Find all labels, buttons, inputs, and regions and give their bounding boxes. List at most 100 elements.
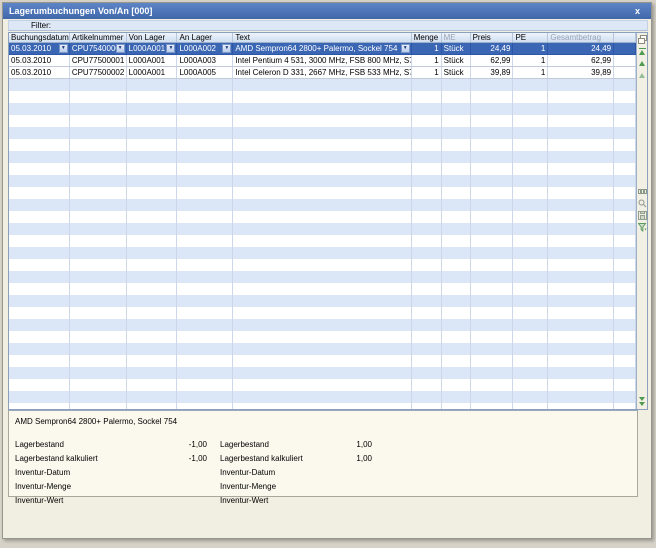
empty-row[interactable]	[9, 379, 636, 391]
empty-cell	[127, 319, 178, 331]
cell-gesamtbetrag[interactable]: 24,49	[548, 43, 614, 54]
cell-preis[interactable]: 24,49	[471, 43, 514, 54]
cell-text: 39,89	[490, 68, 510, 77]
dropdown-button[interactable]: ▼	[401, 44, 410, 53]
empty-cell	[548, 211, 614, 223]
empty-row[interactable]	[9, 187, 636, 199]
empty-row[interactable]	[9, 139, 636, 151]
column-header-artikelnummer[interactable]: Artikelnummer	[70, 33, 127, 42]
table-row[interactable]: 05.03.2010CPU77500002L000A001L000A005Int…	[9, 67, 636, 79]
column-header-an-lager[interactable]: An Lager	[177, 33, 233, 42]
empty-row[interactable]	[9, 199, 636, 211]
column-chooser-icon[interactable]	[637, 33, 647, 45]
cell-pe[interactable]: 1	[513, 55, 548, 66]
column-header-buchungsdatum[interactable]: Buchungsdatum	[9, 33, 70, 42]
cell-filler[interactable]	[614, 43, 636, 54]
empty-row[interactable]	[9, 235, 636, 247]
column-header-gesamtbetrag[interactable]: Gesamtbetrag	[548, 33, 614, 42]
cell-pe[interactable]: 1	[513, 43, 548, 54]
filter-bar[interactable]: Filter:	[8, 20, 648, 31]
empty-row[interactable]	[9, 175, 636, 187]
empty-row[interactable]	[9, 79, 636, 91]
empty-row[interactable]	[9, 271, 636, 283]
scroll-up-alt-icon[interactable]	[637, 69, 647, 81]
dropdown-button[interactable]: ▼	[166, 44, 175, 53]
empty-row[interactable]	[9, 103, 636, 115]
cell-buchungsdatum[interactable]: 05.03.2010▼	[9, 43, 70, 54]
scroll-last-icon[interactable]	[637, 395, 647, 407]
empty-row[interactable]	[9, 211, 636, 223]
cell-me[interactable]: Stück	[442, 43, 471, 54]
cell-menge[interactable]: 1	[412, 67, 442, 78]
empty-row[interactable]	[9, 367, 636, 379]
table-row-selected[interactable]: 05.03.2010▼CPU75400003▼L000A001▼L000A002…	[9, 43, 636, 55]
empty-row[interactable]	[9, 223, 636, 235]
cell-filler[interactable]	[614, 55, 636, 66]
empty-row[interactable]	[9, 343, 636, 355]
cell-me[interactable]: Stück	[442, 55, 471, 66]
cell-text[interactable]: AMD Sempron64 2800+ Palermo, Sockel 754▼	[233, 43, 411, 54]
cell-me[interactable]: Stück	[442, 67, 471, 78]
table-row[interactable]: 05.03.2010CPU77500001L000A001L000A003Int…	[9, 55, 636, 67]
cell-pe[interactable]: 1	[513, 67, 548, 78]
save-icon[interactable]	[637, 209, 647, 221]
empty-cell	[614, 115, 636, 127]
column-header-pe[interactable]: PE	[513, 33, 548, 42]
cell-menge[interactable]: 1	[412, 55, 442, 66]
grid-header: BuchungsdatumArtikelnummerVon LagerAn La…	[9, 33, 636, 43]
title-bar[interactable]: Lagerumbuchungen Von/An [000] x	[3, 3, 651, 19]
empty-row[interactable]	[9, 331, 636, 343]
close-button[interactable]: x	[630, 6, 645, 16]
empty-row[interactable]	[9, 151, 636, 163]
cell-text[interactable]: Intel Celeron D 331, 2667 MHz, FSB 533 M…	[233, 67, 411, 78]
cell-buchungsdatum[interactable]: 05.03.2010	[9, 55, 70, 66]
cell-an-lager[interactable]: L000A003	[177, 55, 233, 66]
column-header-me[interactable]: ME	[442, 33, 471, 42]
empty-cell	[471, 403, 514, 409]
dropdown-button[interactable]: ▼	[222, 44, 231, 53]
empty-row[interactable]	[9, 319, 636, 331]
column-header-von-lager[interactable]: Von Lager	[127, 33, 178, 42]
empty-row[interactable]	[9, 115, 636, 127]
empty-row[interactable]	[9, 163, 636, 175]
numpad-icon[interactable]	[637, 185, 647, 197]
cell-an-lager[interactable]: L000A002▼	[177, 43, 233, 54]
empty-row[interactable]	[9, 91, 636, 103]
column-header-menge[interactable]: Menge	[412, 33, 442, 42]
empty-row[interactable]	[9, 355, 636, 367]
empty-row[interactable]	[9, 247, 636, 259]
empty-cell	[548, 139, 614, 151]
cell-von-lager[interactable]: L000A001▼	[127, 43, 178, 54]
cell-artikelnummer[interactable]: CPU75400003▼	[70, 43, 127, 54]
column-header-filler[interactable]	[614, 33, 636, 42]
cell-artikelnummer[interactable]: CPU77500002	[70, 67, 127, 78]
empty-row[interactable]	[9, 259, 636, 271]
cell-gesamtbetrag[interactable]: 39,89	[548, 67, 614, 78]
cell-menge[interactable]: 1	[412, 43, 442, 54]
cell-preis[interactable]: 62,99	[471, 55, 514, 66]
cell-text[interactable]: Intel Pentium 4 531, 3000 MHz, FSB 800 M…	[233, 55, 411, 66]
dropdown-button[interactable]: ▼	[59, 44, 68, 53]
empty-row[interactable]	[9, 403, 636, 409]
cell-buchungsdatum[interactable]: 05.03.2010	[9, 67, 70, 78]
column-header-preis[interactable]: Preis	[471, 33, 514, 42]
empty-cell	[233, 79, 411, 91]
cell-filler[interactable]	[614, 67, 636, 78]
cell-von-lager[interactable]: L000A001	[127, 55, 178, 66]
cell-preis[interactable]: 39,89	[471, 67, 514, 78]
search-icon[interactable]	[637, 197, 647, 209]
cell-gesamtbetrag[interactable]: 62,99	[548, 55, 614, 66]
cell-artikelnummer[interactable]: CPU77500001	[70, 55, 127, 66]
empty-row[interactable]	[9, 391, 636, 403]
column-header-text[interactable]: Text	[233, 33, 411, 42]
empty-row[interactable]	[9, 283, 636, 295]
cell-an-lager[interactable]: L000A005	[177, 67, 233, 78]
empty-row[interactable]	[9, 307, 636, 319]
empty-row[interactable]	[9, 295, 636, 307]
scroll-up-icon[interactable]	[637, 57, 647, 69]
cell-von-lager[interactable]: L000A001	[127, 67, 178, 78]
dropdown-button[interactable]: ▼	[116, 44, 125, 53]
empty-row[interactable]	[9, 127, 636, 139]
scroll-first-icon[interactable]	[637, 45, 647, 57]
filter-icon[interactable]	[637, 221, 647, 233]
